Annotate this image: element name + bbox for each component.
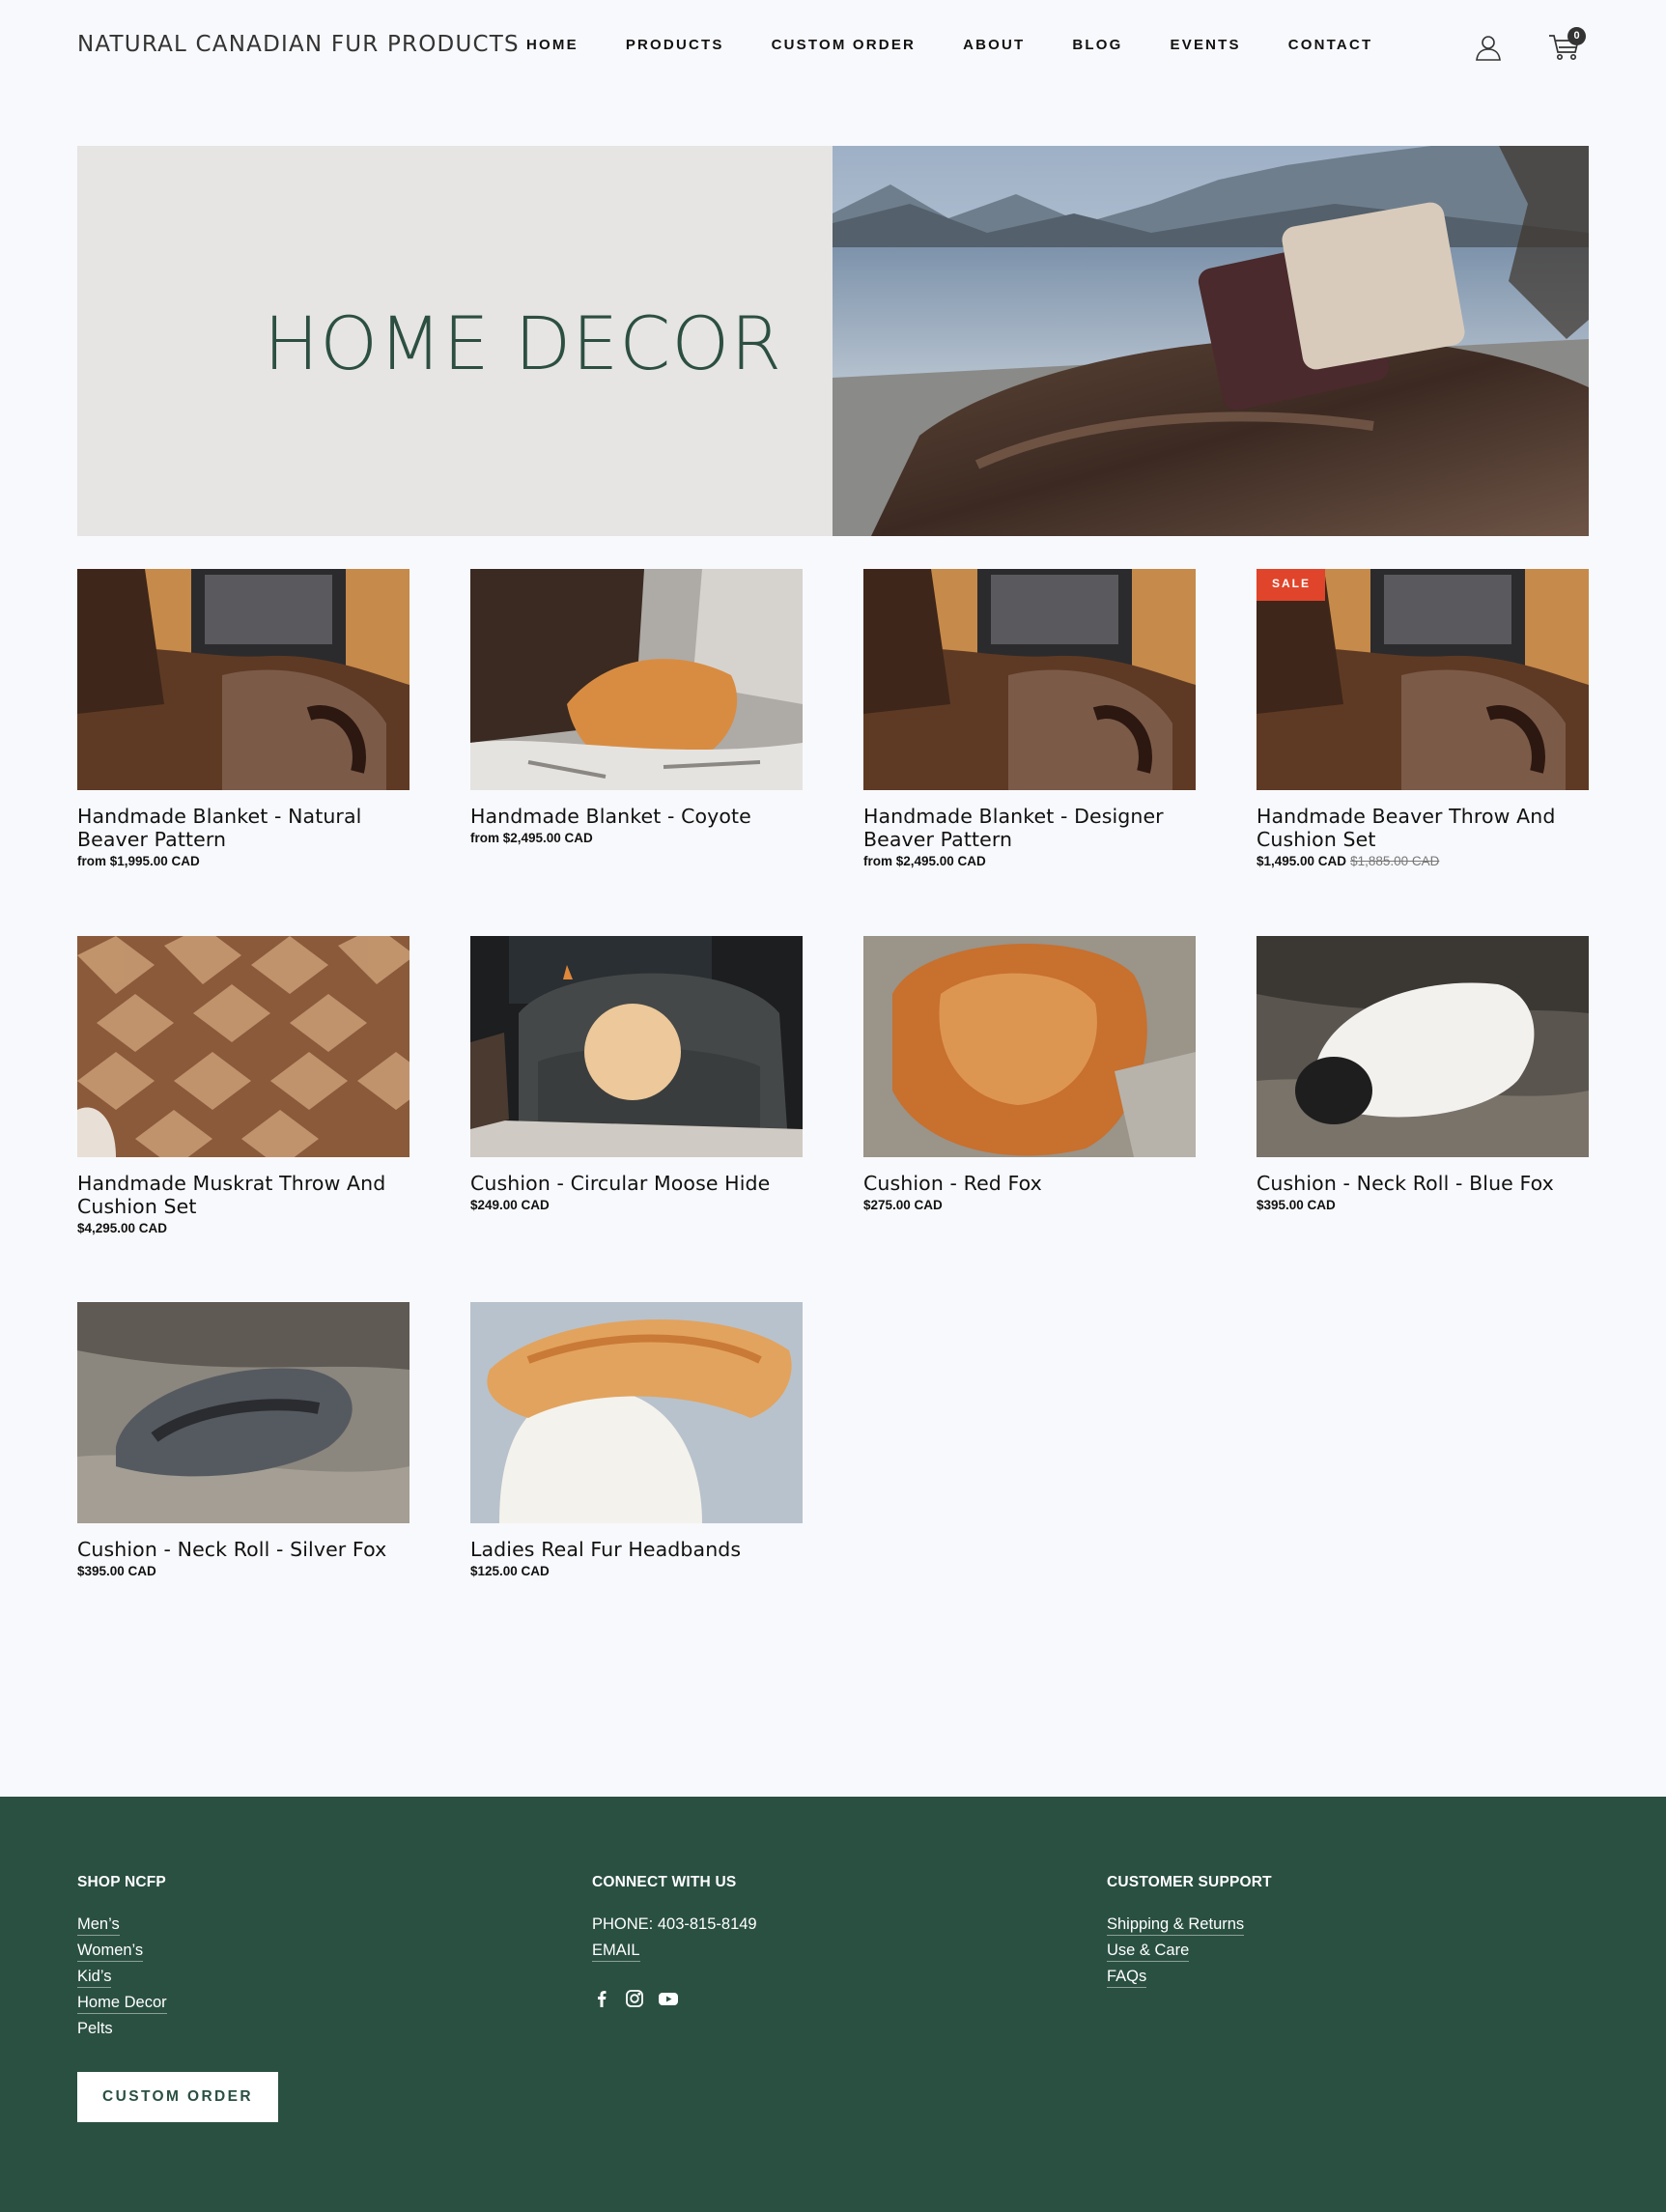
product-price: $395.00 CAD [77,1564,156,1578]
product-name[interactable]: Ladies Real Fur Headbands [470,1538,803,1561]
footer-link-mens[interactable]: Men’s [77,1915,120,1936]
footer-link-use-care[interactable]: Use & Care [1107,1942,1190,1962]
product-name[interactable]: Cushion - Circular Moose Hide [470,1172,803,1195]
product-price: $275.00 CAD [863,1198,943,1212]
product-name[interactable]: Handmade Blanket - Natural Beaver Patter… [77,805,409,851]
custom-order-button[interactable]: CUSTOM ORDER [77,2072,278,2122]
footer-shop-column: SHOP NCFP Men’s Women’s Kid’s Home Decor… [77,1874,167,2046]
product-image[interactable] [77,1302,409,1523]
product-price: $125.00 CAD [470,1564,550,1578]
social-links [592,1989,757,2008]
footer-link-womens[interactable]: Women’s [77,1942,144,1962]
product-name[interactable]: Handmade Beaver Throw And Cushion Set [1257,805,1589,851]
product-card[interactable]: Cushion - Neck Roll - Blue Fox $395.00 C… [1257,936,1589,1212]
footer-connect-title: CONNECT WITH US [592,1874,737,1890]
product-name[interactable]: Cushion - Neck Roll - Blue Fox [1257,1172,1589,1195]
user-icon[interactable] [1475,34,1502,61]
collection-hero: HOME DECOR [77,146,1589,536]
youtube-icon[interactable] [658,1989,679,2008]
footer-email-link[interactable]: EMAIL [592,1942,640,1962]
product-image[interactable] [470,1302,803,1523]
nav-contact[interactable]: CONTACT [1288,37,1373,53]
product-card[interactable]: Ladies Real Fur Headbands $125.00 CAD [470,1302,803,1578]
product-name[interactable]: Cushion - Neck Roll - Silver Fox [77,1538,409,1561]
footer-shop-title: SHOP NCFP [77,1874,166,1890]
footer-support-column: CUSTOMER SUPPORT Shipping & Returns Use … [1107,1874,1272,1994]
product-card[interactable]: Handmade Blanket - Natural Beaver Patter… [77,569,409,868]
site-header: NATURAL CANADIAN FUR PRODUCTS HOME PRODU… [0,0,1666,93]
main-nav: HOME PRODUCTS CUSTOM ORDER ABOUT BLOG EV… [526,37,1420,53]
product-old-price: $1,885.00 CAD [1350,854,1440,868]
footer-link-shipping-returns[interactable]: Shipping & Returns [1107,1915,1245,1936]
footer-link-home-decor[interactable]: Home Decor [77,1994,167,2014]
product-price: from $2,495.00 CAD [470,831,593,845]
footer-link-kids[interactable]: Kid’s [77,1968,112,1988]
nav-products[interactable]: PRODUCTS [626,37,724,53]
cart-count-badge: 0 [1567,27,1586,45]
facebook-icon[interactable] [592,1989,611,2008]
footer-link-faqs[interactable]: FAQs [1107,1968,1147,1988]
product-card[interactable]: Cushion - Neck Roll - Silver Fox $395.00… [77,1302,409,1578]
product-image[interactable] [1257,936,1589,1157]
product-card[interactable]: Handmade Blanket - Designer Beaver Patte… [863,569,1196,868]
sale-badge: SALE [1257,569,1326,601]
product-card[interactable]: Cushion - Red Fox $275.00 CAD [863,936,1196,1212]
hero-image [833,146,1589,536]
footer-support-title: CUSTOMER SUPPORT [1107,1874,1272,1890]
nav-events[interactable]: EVENTS [1171,37,1241,53]
product-image[interactable] [863,569,1196,790]
site-logo[interactable]: NATURAL CANADIAN FUR PRODUCTS [77,32,520,57]
nav-blog[interactable]: BLOG [1072,37,1122,53]
instagram-icon[interactable] [625,1989,644,2008]
collection-title: HOME DECOR [264,300,782,386]
product-image[interactable] [77,936,409,1157]
product-price: $4,295.00 CAD [77,1221,168,1235]
hero-title-panel: HOME DECOR [77,146,833,536]
product-name[interactable]: Handmade Muskrat Throw And Cushion Set [77,1172,409,1218]
product-image[interactable] [863,936,1196,1157]
footer-phone: PHONE: 403-815-8149 [592,1915,757,1933]
product-name[interactable]: Handmade Blanket - Coyote [470,805,803,828]
product-price: $1,495.00 CAD $1,885.00 CAD [1257,854,1440,868]
footer-link-pelts[interactable]: Pelts [77,2020,167,2040]
footer-connect-column: CONNECT WITH US PHONE: 403-815-8149 EMAI… [592,1874,757,2008]
nav-home[interactable]: HOME [526,37,579,53]
product-image[interactable] [470,936,803,1157]
product-image[interactable]: SALE [1257,569,1589,790]
product-price: $395.00 CAD [1257,1198,1336,1212]
product-card[interactable]: Handmade Blanket - Coyote from $2,495.00… [470,569,803,845]
product-price: from $1,995.00 CAD [77,854,200,868]
nav-about[interactable]: ABOUT [963,37,1025,53]
product-price: $249.00 CAD [470,1198,550,1212]
product-image[interactable] [77,569,409,790]
site-footer: SHOP NCFP Men’s Women’s Kid’s Home Decor… [0,1797,1666,2212]
product-name[interactable]: Handmade Blanket - Designer Beaver Patte… [863,805,1196,851]
product-card[interactable]: SALE Handmade Beaver Throw And Cushion S… [1257,569,1589,868]
product-card[interactable]: Cushion - Circular Moose Hide $249.00 CA… [470,936,803,1212]
product-card[interactable]: Handmade Muskrat Throw And Cushion Set $… [77,936,409,1235]
product-name[interactable]: Cushion - Red Fox [863,1172,1196,1195]
nav-custom-order[interactable]: CUSTOM ORDER [772,37,916,53]
product-image[interactable] [470,569,803,790]
product-price: from $2,495.00 CAD [863,854,986,868]
